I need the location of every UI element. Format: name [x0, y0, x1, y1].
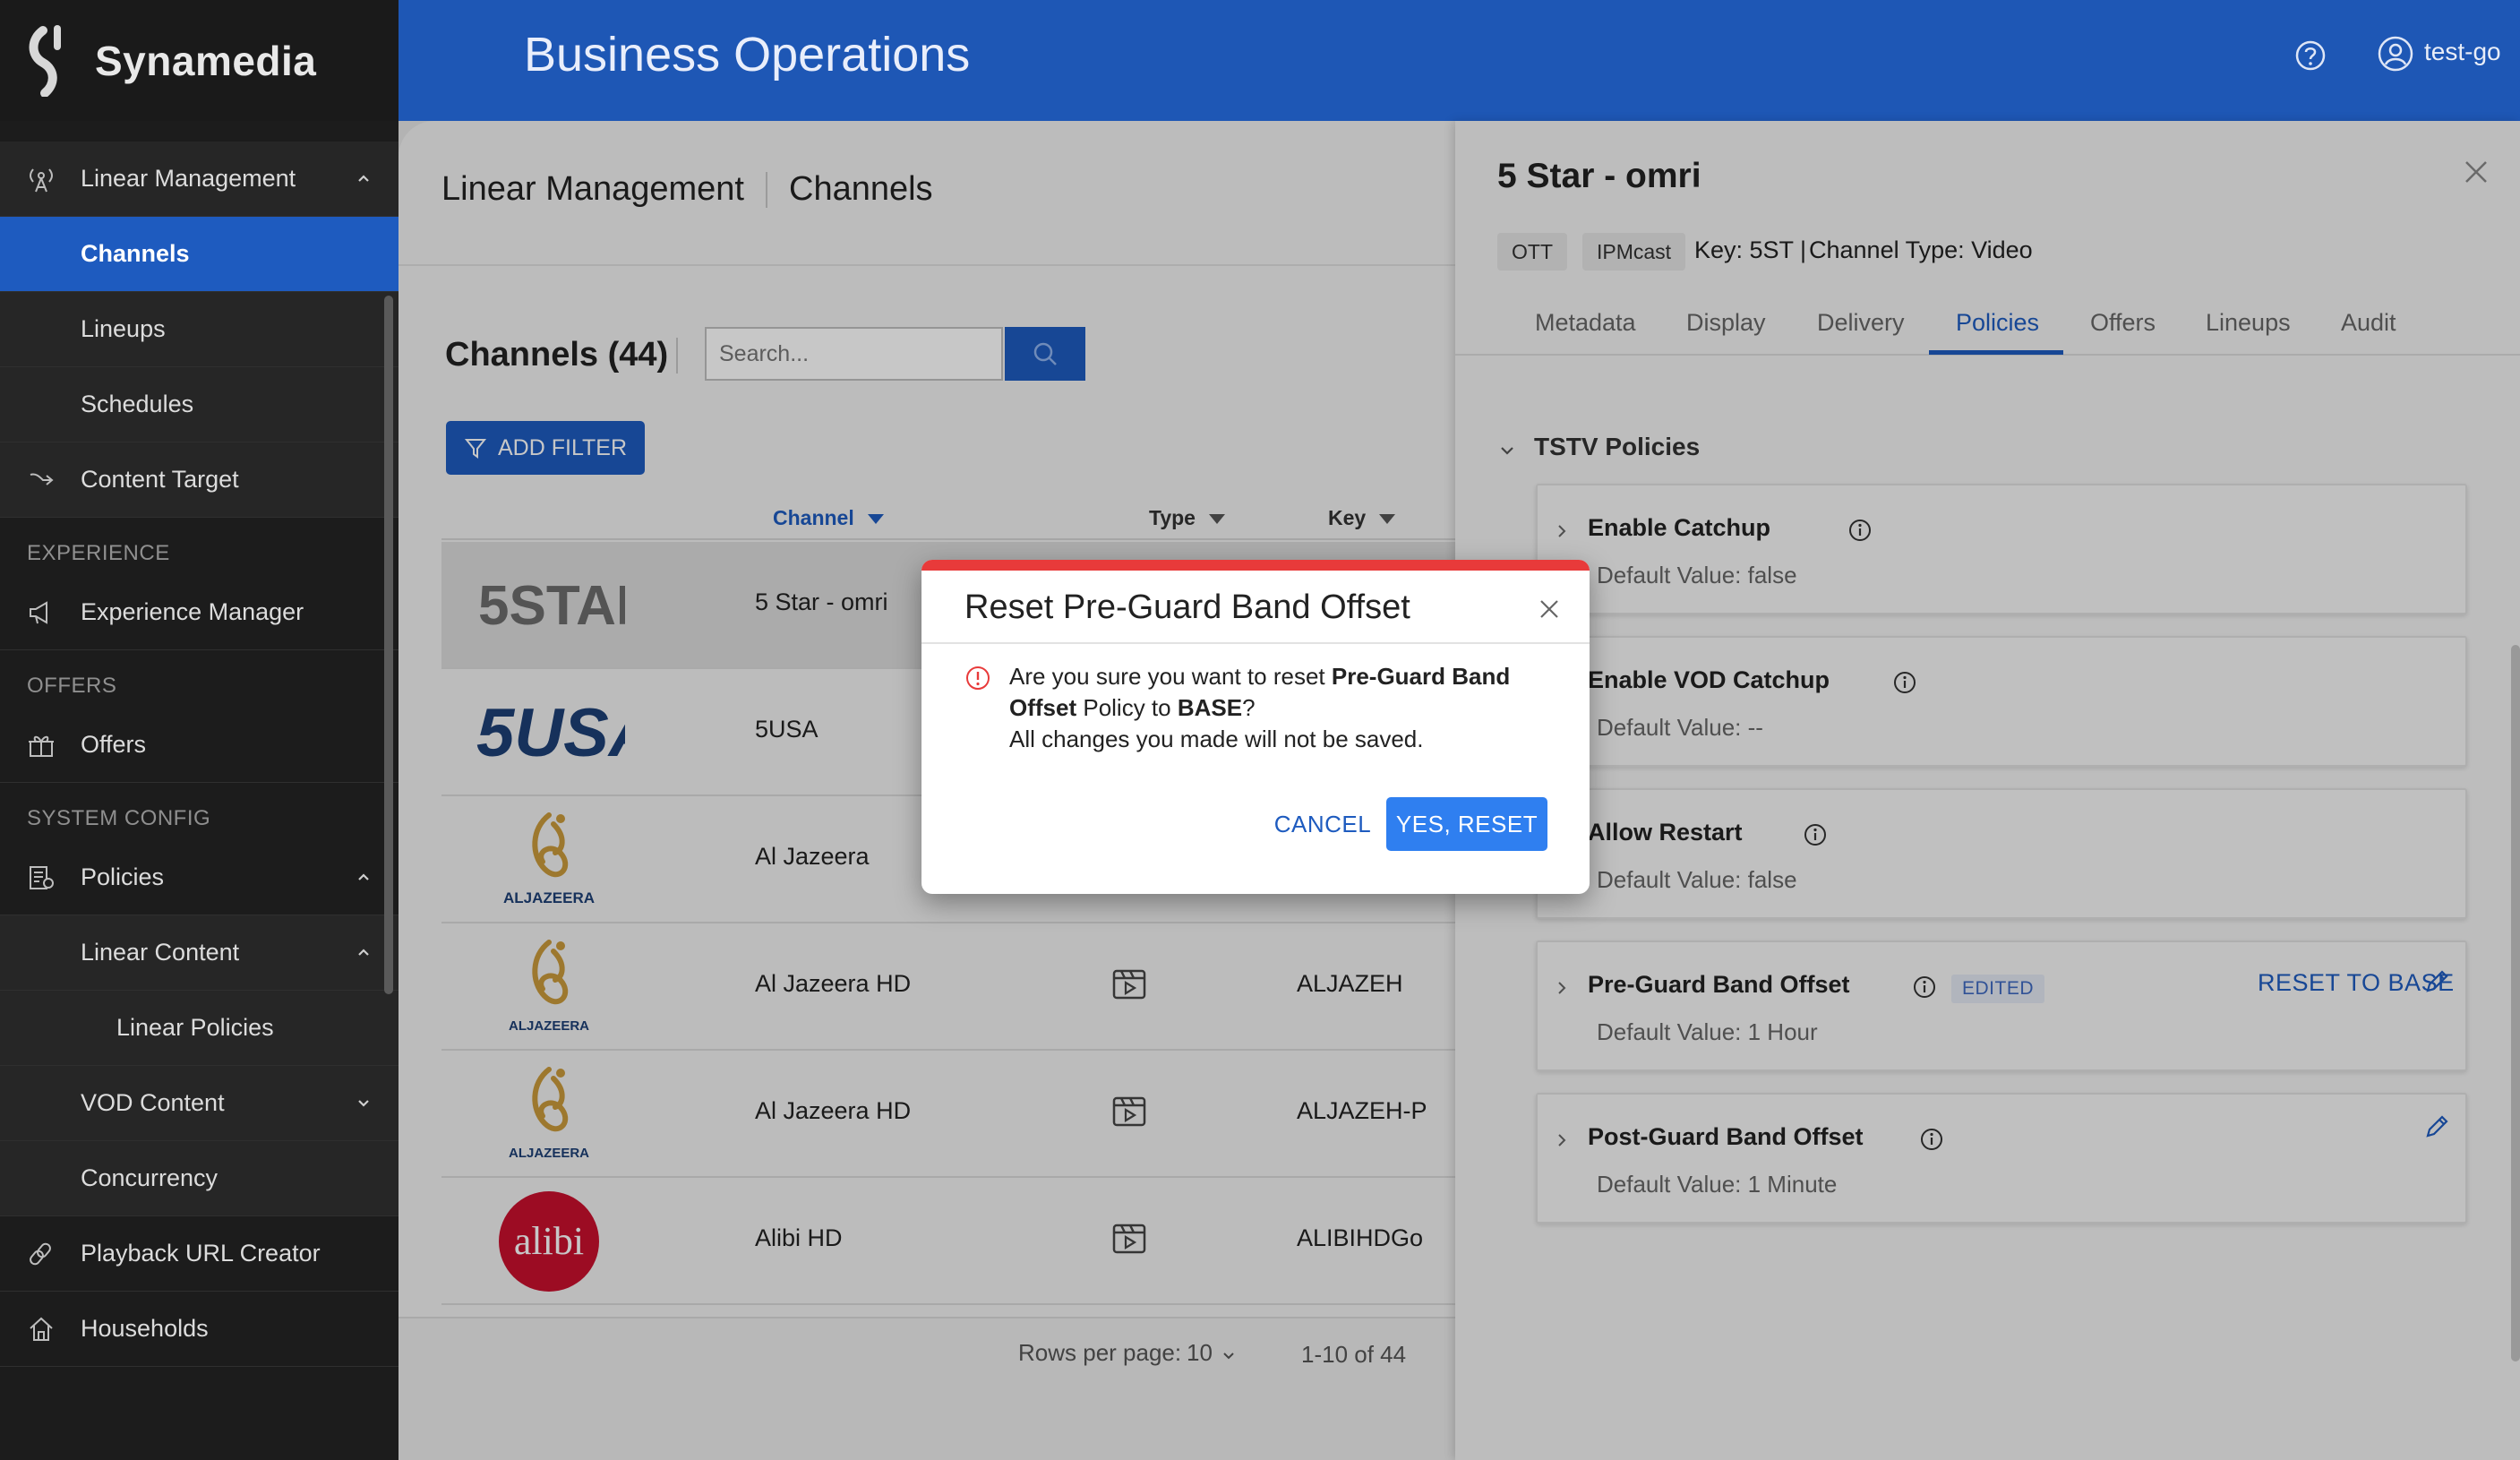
yes-reset-button[interactable]: YES, RESET [1386, 797, 1547, 851]
house-icon [30, 1317, 53, 1341]
target-arrow-icon [30, 473, 54, 485]
sidebar-item-policies[interactable]: Policies [0, 840, 399, 915]
sidebar-item-experience-manager[interactable]: Experience Manager [0, 575, 399, 650]
sidebar-nav: Linear Management Channels Lineups Sched… [0, 142, 399, 1367]
link-icon [30, 1242, 51, 1266]
dialog-message: Are you sure you want to reset Pre-Guard… [1009, 661, 1511, 755]
policy-document-icon [30, 866, 54, 889]
sidebar-item-channels[interactable]: Channels [0, 217, 399, 292]
sidebar-label: Content Target [81, 466, 239, 493]
reset-confirm-dialog: Reset Pre-Guard Band Offset Are you sure… [921, 560, 1590, 894]
broadcast-icon [30, 168, 53, 193]
sidebar-section-system-config: SYSTEM CONFIG [27, 806, 211, 830]
sidebar-item-schedules[interactable]: Schedules [0, 367, 399, 442]
help-icon[interactable] [2294, 39, 2327, 72]
sidebar-item-vod-content[interactable]: VOD Content [0, 1066, 399, 1141]
sidebar-item-playback-url-creator[interactable]: Playback URL Creator [0, 1216, 399, 1292]
sidebar-label: Lineups [81, 315, 166, 342]
sidebar-item-linear-content[interactable]: Linear Content [0, 915, 399, 991]
user-avatar-icon[interactable] [2378, 36, 2413, 72]
sidebar-label: Playback URL Creator [81, 1240, 321, 1267]
close-icon[interactable] [1538, 597, 1561, 621]
user-name[interactable]: test-go [2424, 38, 2501, 66]
sidebar-item-content-target[interactable]: Content Target [0, 442, 399, 518]
sidebar-item-linear-management[interactable]: Linear Management [0, 142, 399, 217]
dialog-title: Reset Pre-Guard Band Offset [964, 588, 1410, 626]
chevron-up-icon[interactable] [356, 869, 372, 885]
sidebar-section-offers: OFFERS [27, 674, 117, 698]
dialog-divider [921, 642, 1590, 644]
sidebar-label: VOD Content [81, 1089, 225, 1116]
chevron-down-icon[interactable] [356, 1095, 372, 1111]
alert-icon [966, 666, 990, 690]
sidebar-label: Linear Content [81, 939, 240, 966]
cancel-button[interactable]: CANCEL [1242, 797, 1403, 851]
sidebar: Synamedia Linear Management Channels Lin… [0, 0, 399, 1460]
chevron-up-icon[interactable] [356, 944, 372, 960]
sidebar-label: Linear Management [81, 165, 296, 192]
sidebar-label: Offers [81, 731, 147, 758]
linear-management-group: Linear Management Channels Lineups Sched… [0, 142, 399, 518]
sidebar-label: Channels [81, 240, 190, 267]
sidebar-scrollbar[interactable] [384, 296, 393, 994]
synamedia-logo-icon [29, 24, 61, 97]
policies-group: Linear Content Linear Policies VOD Conte… [0, 915, 399, 1216]
sidebar-label: Households [81, 1315, 209, 1342]
sidebar-item-linear-policies[interactable]: Linear Policies [0, 991, 399, 1066]
brand: Synamedia [0, 0, 399, 121]
sidebar-item-offers[interactable]: Offers [0, 708, 399, 783]
brand-name: Synamedia [95, 37, 317, 84]
sidebar-item-households[interactable]: Households [0, 1292, 399, 1367]
sidebar-label: Concurrency [81, 1164, 219, 1191]
message-text: ? [1242, 694, 1256, 721]
message-warning: All changes you made will not be saved. [1009, 726, 1424, 752]
chevron-up-icon[interactable] [356, 170, 372, 186]
megaphone-icon [30, 601, 47, 624]
sidebar-item-concurrency[interactable]: Concurrency [0, 1141, 399, 1216]
message-text: Policy to [1076, 694, 1178, 721]
sidebar-section-experience: EXPERIENCE [27, 541, 170, 565]
sidebar-label: Policies [81, 863, 165, 890]
sidebar-label: Experience Manager [81, 598, 304, 625]
sidebar-label: Linear Policies [116, 1014, 274, 1041]
sidebar-label: Schedules [81, 391, 194, 417]
message-base: BASE [1177, 694, 1243, 721]
app-title: Business Operations [524, 28, 971, 82]
gift-icon [29, 735, 54, 757]
danger-bar [921, 560, 1590, 571]
message-text: Are you sure you want to reset [1009, 663, 1332, 690]
sidebar-item-lineups[interactable]: Lineups [0, 292, 399, 367]
